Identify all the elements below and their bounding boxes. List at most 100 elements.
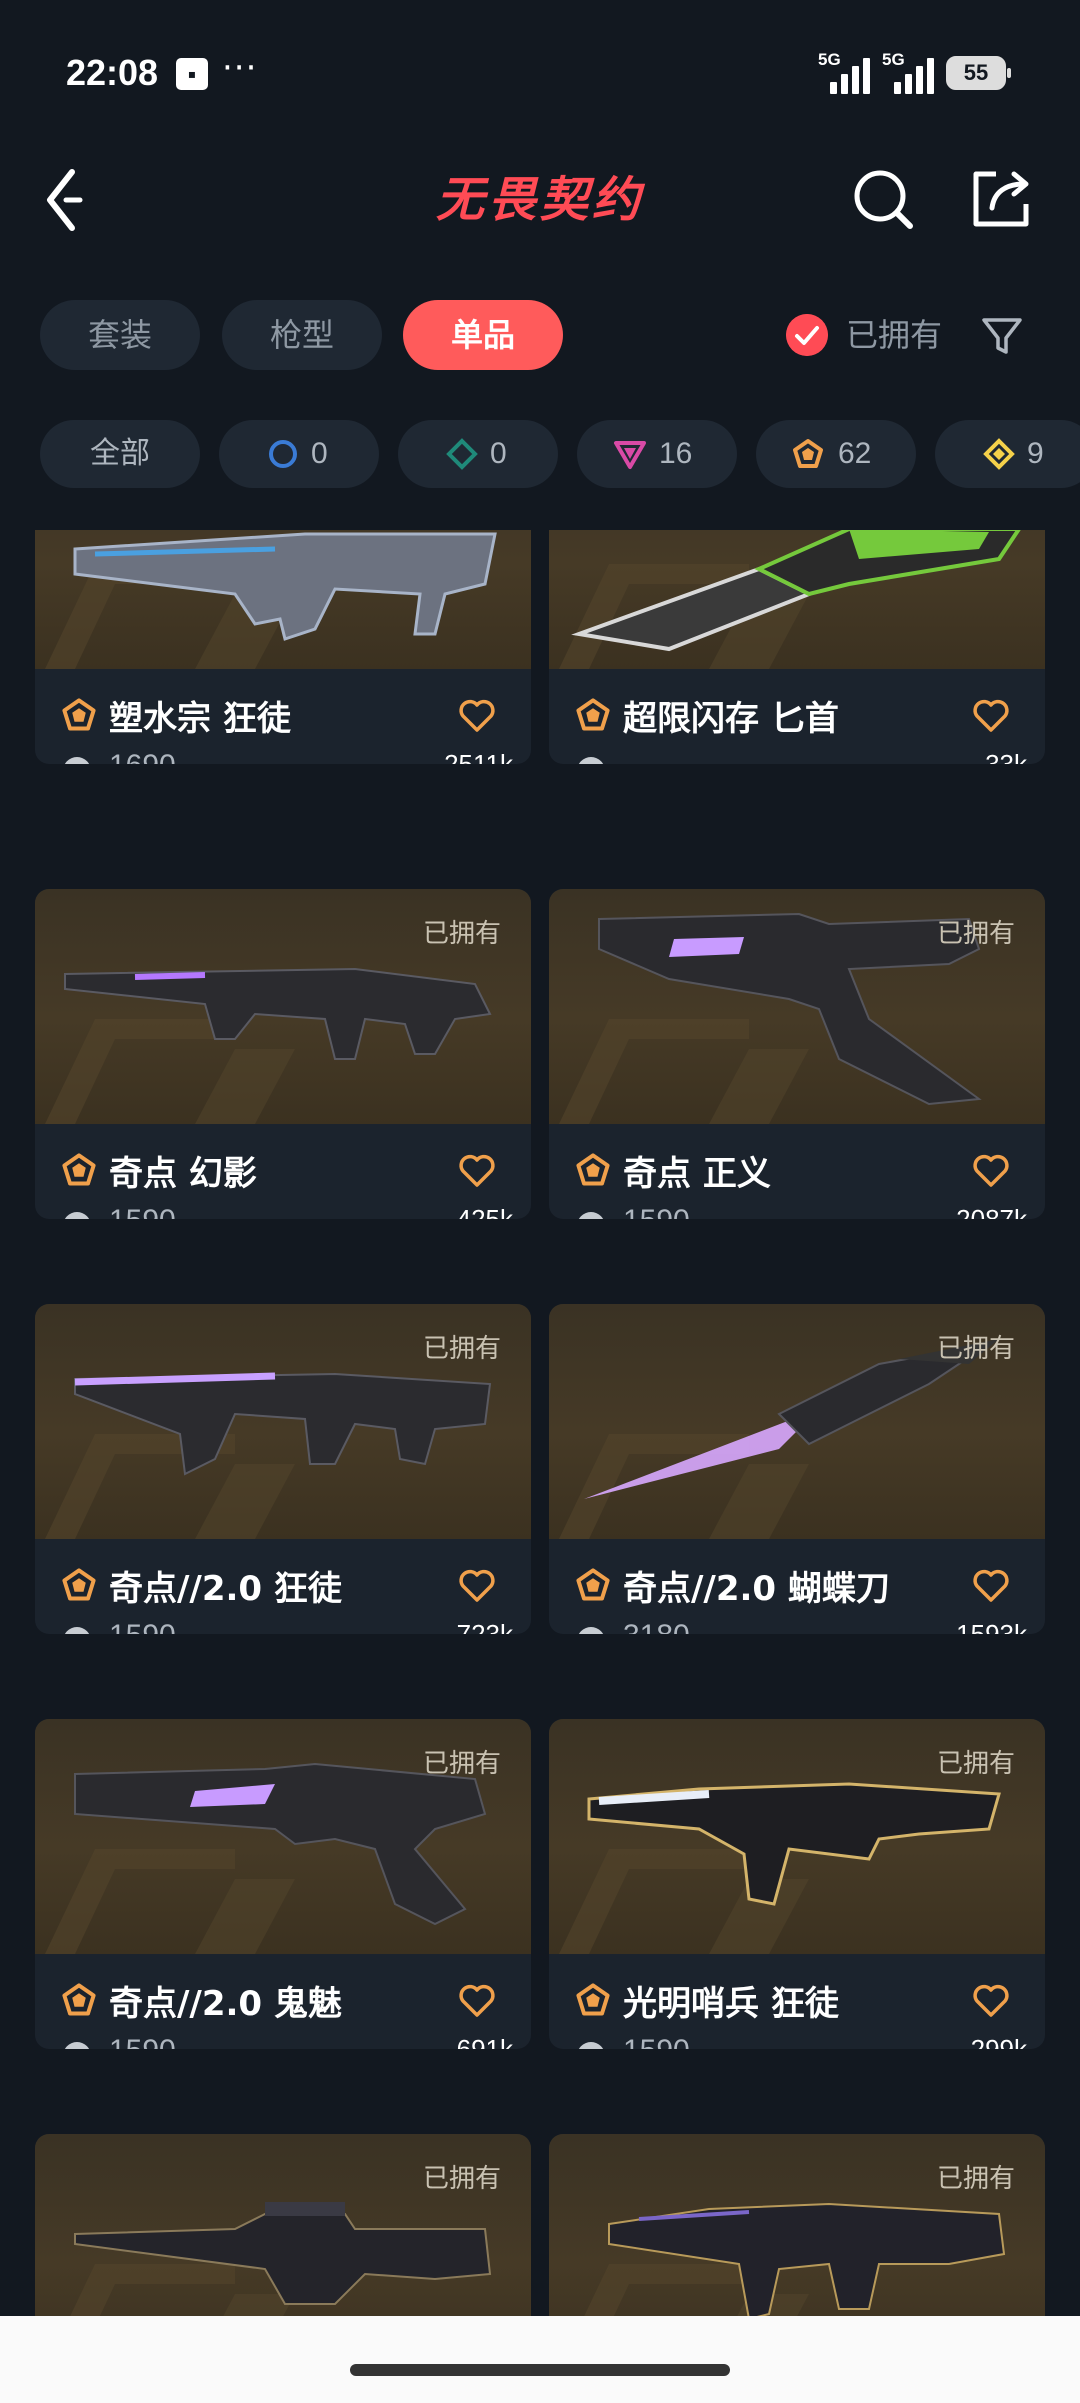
owned-badge: 已拥有 bbox=[936, 919, 1015, 949]
exclusive-tier-icon bbox=[62, 1568, 96, 1601]
skin-name: 超限闪存 匕首 bbox=[623, 699, 839, 739]
skin-card[interactable]: 已拥有 奇点 幻影 1590 425k bbox=[35, 889, 531, 1219]
heart-icon[interactable] bbox=[457, 1980, 497, 2020]
skin-info: 超限闪存 匕首 - 33k bbox=[549, 669, 1045, 764]
skin-image bbox=[549, 530, 1045, 669]
status-bar: 22:08 ▪ ··· 5G 5G 55 bbox=[0, 0, 1080, 140]
skin-info: 塑水宗 狂徒 1690 2511k bbox=[35, 669, 531, 764]
skin-card[interactable]: 已拥有 bbox=[35, 2134, 531, 2316]
tab-bundle[interactable]: 套装 bbox=[40, 300, 200, 370]
skin-info: 光明哨兵 狂徒 1590 299k bbox=[549, 1954, 1045, 2049]
skin-price: 1590 bbox=[109, 1204, 176, 1219]
owned-badge: 已拥有 bbox=[936, 1334, 1015, 1364]
chip-select-tier[interactable]: 0 bbox=[219, 420, 379, 488]
chip-select-count: 0 bbox=[311, 437, 328, 470]
chip-premium-count: 16 bbox=[659, 437, 693, 470]
app-header: 无畏契约 bbox=[0, 140, 1080, 255]
skin-info: 奇点//2.0 狂徒 1590 723k bbox=[35, 1539, 531, 1634]
skin-name: 塑水宗 狂徒 bbox=[109, 699, 291, 739]
skin-name: 奇点 正义 bbox=[623, 1154, 771, 1194]
skin-image bbox=[35, 530, 531, 669]
filter-button[interactable] bbox=[980, 314, 1024, 358]
select-tier-icon bbox=[269, 440, 297, 468]
skin-card[interactable]: 已拥有 奇点 正义 1590 2087k bbox=[549, 889, 1045, 1219]
exclusive-tier-icon bbox=[576, 698, 610, 731]
skin-name: 奇点//2.0 蝴蝶刀 bbox=[623, 1569, 890, 1609]
category-tabs: 套装 枪型 单品 已拥有 bbox=[0, 300, 1080, 376]
network-type-label-2: 5G bbox=[882, 50, 905, 69]
vp-currency-icon bbox=[578, 757, 604, 764]
skin-image: 已拥有 bbox=[35, 889, 531, 1124]
ultra-tier-icon bbox=[983, 438, 1015, 470]
battery-level: 55 bbox=[963, 60, 989, 85]
skin-price: 1590 bbox=[623, 2034, 690, 2049]
skin-card[interactable]: 已拥有 奇点//2.0 狂徒 1590 723k bbox=[35, 1304, 531, 1634]
share-button[interactable] bbox=[966, 164, 1036, 234]
skin-card[interactable]: 塑水宗 狂徒 1690 2511k bbox=[35, 530, 531, 764]
skin-card[interactable]: 已拥有 奇点//2.0 鬼魅 1590 691k bbox=[35, 1719, 531, 2049]
skin-likes: 2087k bbox=[956, 1204, 1027, 1219]
skin-info: 奇点 幻影 1590 425k bbox=[35, 1124, 531, 1219]
heart-icon[interactable] bbox=[971, 1980, 1011, 2020]
chip-ultra-tier[interactable]: 9 bbox=[935, 420, 1080, 488]
exclusive-tier-icon bbox=[62, 1983, 96, 2016]
skin-price: 1690 bbox=[109, 749, 176, 764]
skin-image: 已拥有 bbox=[549, 1719, 1045, 1954]
exclusive-tier-icon bbox=[576, 1568, 610, 1601]
skin-card[interactable]: 已拥有 奇点//2.0 蝴蝶刀 3180 1593k bbox=[549, 1304, 1045, 1634]
skin-card[interactable]: 已拥有 光明哨兵 狂徒 1590 299k bbox=[549, 1719, 1045, 2049]
rarity-filter-chips: 全部 0 0 16 62 9 bbox=[0, 420, 1080, 488]
signal-5g-icon: 5G bbox=[818, 50, 878, 94]
network-type-label: 5G bbox=[818, 50, 841, 69]
filter-funnel-icon bbox=[982, 318, 1022, 354]
tab-weapon-type[interactable]: 枪型 bbox=[222, 300, 382, 370]
share-icon bbox=[973, 171, 1029, 227]
vp-currency-icon bbox=[578, 2042, 604, 2049]
skin-price: 1590 bbox=[109, 2034, 176, 2049]
chip-deluxe-tier[interactable]: 0 bbox=[398, 420, 558, 488]
skin-card[interactable]: 超限闪存 匕首 - 33k bbox=[549, 530, 1045, 764]
sim-card-icon: ▪ bbox=[176, 58, 208, 90]
skin-image: 已拥有 bbox=[35, 1304, 531, 1539]
owned-badge: 已拥有 bbox=[422, 1334, 501, 1364]
skin-likes: 691k bbox=[456, 2034, 513, 2049]
owned-badge: 已拥有 bbox=[936, 2164, 1015, 2194]
heart-icon[interactable] bbox=[971, 1150, 1011, 1190]
heart-icon[interactable] bbox=[457, 1150, 497, 1190]
skin-card[interactable]: 已拥有 bbox=[549, 2134, 1045, 2316]
search-icon bbox=[854, 170, 913, 229]
chip-premium-tier[interactable]: 16 bbox=[577, 420, 737, 488]
app-title: 无畏契约 bbox=[435, 172, 644, 228]
tab-single-item[interactable]: 单品 bbox=[403, 300, 563, 370]
skin-likes: 33k bbox=[985, 749, 1027, 764]
owned-badge: 已拥有 bbox=[422, 919, 501, 949]
search-button[interactable] bbox=[848, 164, 918, 234]
heart-icon[interactable] bbox=[971, 1565, 1011, 1605]
chip-exclusive-tier[interactable]: 62 bbox=[756, 420, 916, 488]
skin-image: 已拥有 bbox=[549, 1304, 1045, 1539]
weapon-knife-image bbox=[571, 530, 1021, 652]
heart-icon[interactable] bbox=[457, 1565, 497, 1605]
heart-icon[interactable] bbox=[971, 695, 1011, 735]
skin-name: 奇点 幻影 bbox=[109, 1154, 257, 1194]
heart-icon[interactable] bbox=[457, 695, 497, 735]
vp-currency-icon bbox=[578, 1212, 604, 1219]
vp-currency-icon bbox=[64, 1212, 90, 1219]
exclusive-tier-icon bbox=[576, 1153, 610, 1186]
checkmark-icon bbox=[786, 314, 828, 356]
skin-likes: 425k bbox=[456, 1204, 513, 1219]
chip-deluxe-count: 0 bbox=[490, 437, 507, 470]
skin-price: 1590 bbox=[623, 1204, 690, 1219]
vp-currency-icon bbox=[64, 1627, 90, 1634]
skin-price: 1590 bbox=[109, 1619, 176, 1634]
chip-exclusive-count: 62 bbox=[838, 437, 872, 470]
skin-grid: 塑水宗 狂徒 1690 2511k 超限闪存 匕首 - 33k bbox=[0, 530, 1080, 2316]
skin-name: 奇点//2.0 狂徒 bbox=[109, 1569, 342, 1609]
signal-5g-icon-2: 5G bbox=[882, 50, 942, 94]
skin-image: 已拥有 bbox=[549, 2134, 1045, 2316]
skin-name: 光明哨兵 狂徒 bbox=[623, 1984, 839, 2024]
skin-price: 3180 bbox=[623, 1619, 690, 1634]
skin-likes: 1593k bbox=[956, 1619, 1027, 1634]
home-indicator[interactable] bbox=[350, 2364, 730, 2376]
chip-all[interactable]: 全部 bbox=[40, 420, 200, 488]
